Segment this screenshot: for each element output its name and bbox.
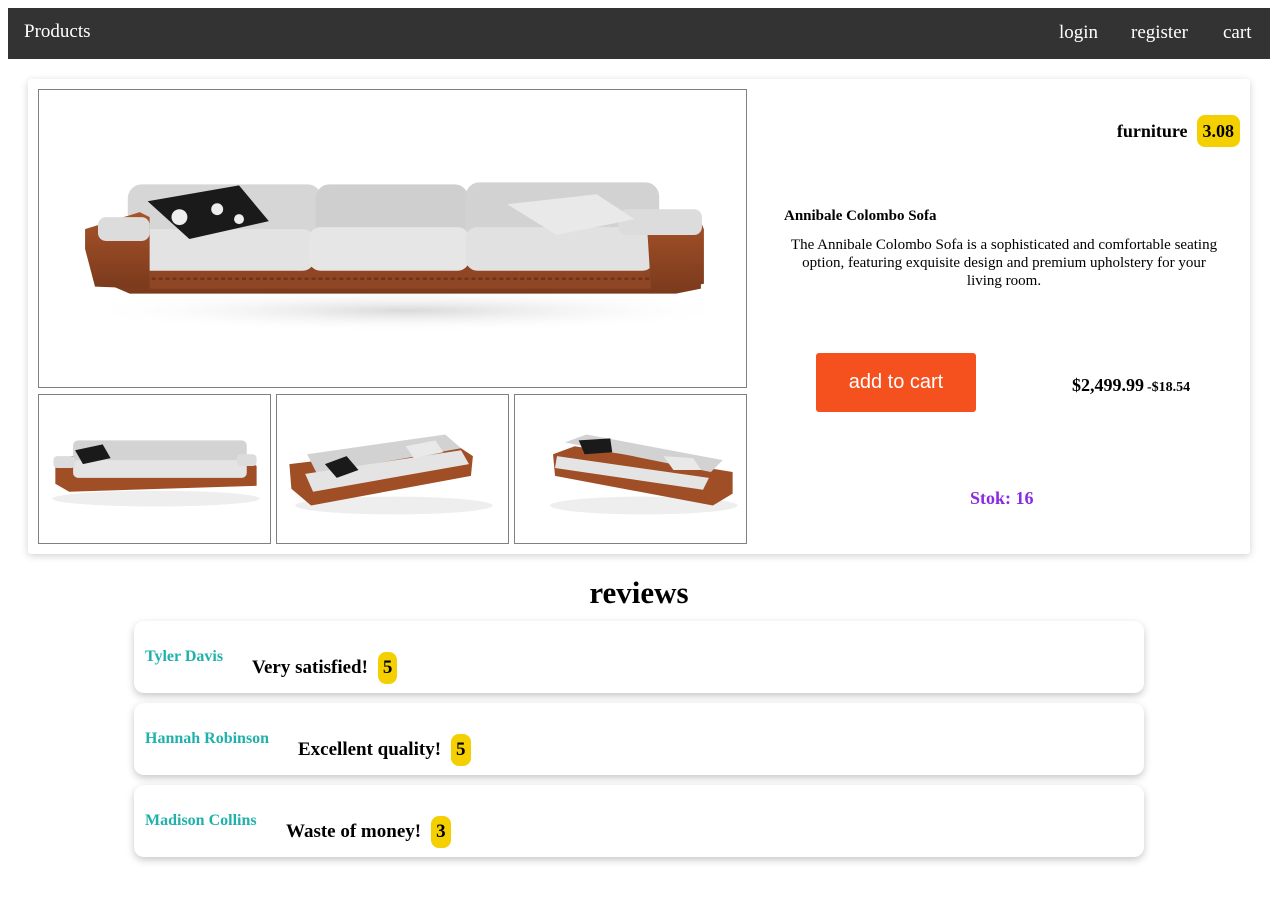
category-rating-row: furniture 3.08 — [1117, 115, 1240, 147]
sofa-thumbnail-angle-right — [550, 434, 738, 515]
review-score-badge: 5 — [451, 734, 471, 766]
product-thumbnail-2[interactable] — [276, 394, 509, 544]
product-price: $2,499.99 — [1072, 375, 1144, 395]
product-description: The Annibale Colombo Sofa is a sophistic… — [790, 237, 1218, 289]
review-card: Hannah Robinson Excellent quality! 5 — [134, 703, 1144, 775]
product-thumbnail-3[interactable] — [514, 394, 747, 544]
reviews-heading: reviews — [589, 575, 689, 610]
sofa-thumbnail-angle-left — [289, 434, 493, 515]
nav-cart-link[interactable]: cart — [1223, 22, 1251, 44]
top-navbar: Products login register cart — [8, 8, 1270, 59]
review-author[interactable]: Madison Collins — [145, 812, 257, 830]
product-main-image — [38, 89, 747, 388]
nav-login-link[interactable]: login — [1059, 22, 1098, 44]
sofa-front-image — [70, 182, 746, 333]
product-discount: -$18.54 — [1147, 380, 1191, 395]
price-block: $2,499.99 -$18.54 — [1072, 375, 1190, 396]
product-thumbnail-1[interactable] — [38, 394, 271, 544]
product-category: furniture — [1116, 120, 1188, 141]
review-body: Waste of money! 3 — [286, 816, 451, 848]
review-score-badge: 3 — [431, 816, 451, 848]
product-rating-badge: 3.08 — [1196, 115, 1240, 147]
review-author[interactable]: Hannah Robinson — [145, 730, 269, 748]
review-author[interactable]: Tyler Davis — [145, 648, 223, 666]
stock-status: Stok: 16 — [970, 488, 1034, 508]
review-comment: Excellent quality! — [298, 739, 442, 760]
add-to-cart-button[interactable]: add to cart — [816, 353, 976, 412]
review-score-badge: 5 — [377, 652, 398, 684]
product-title: Annibale Colombo Sofa — [784, 208, 937, 224]
review-card: Tyler Davis Very satisfied! 5 — [134, 621, 1144, 693]
review-comment: Very satisfied! — [252, 657, 368, 678]
sofa-thumbnail-front — [52, 440, 260, 507]
product-card: furniture 3.08 Annibale Colombo Sofa The… — [28, 79, 1250, 554]
review-card: Madison Collins Waste of money! 3 — [134, 785, 1144, 857]
nav-register-link[interactable]: register — [1131, 22, 1188, 44]
review-body: Excellent quality! 5 — [298, 734, 471, 766]
review-body: Very satisfied! 5 — [252, 652, 398, 684]
review-comment: Waste of money! — [286, 821, 422, 842]
nav-products-link[interactable]: Products — [24, 21, 91, 43]
